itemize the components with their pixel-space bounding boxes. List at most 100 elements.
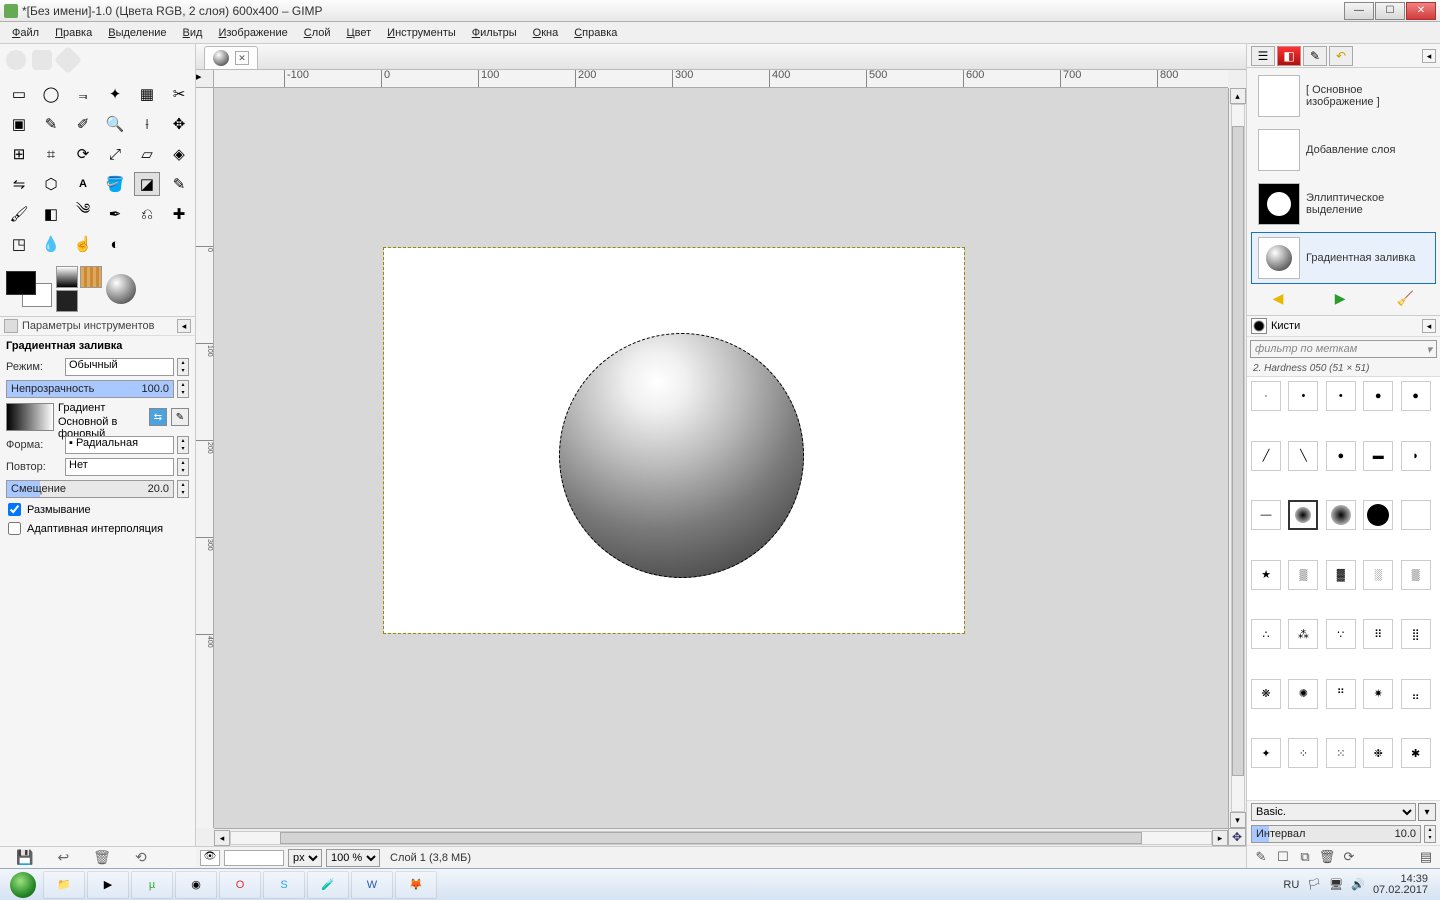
move-tool[interactable]: ✥ [166, 112, 192, 136]
history-item[interactable]: [ Основное изображение ] [1251, 70, 1436, 122]
brush-cell[interactable]: ∵ [1326, 619, 1356, 649]
fuzzy-select-tool[interactable]: ✦ [102, 82, 128, 106]
brush-cell[interactable]: ✦ [1251, 738, 1281, 768]
offset-slider[interactable]: Смещение 20.0 [6, 480, 174, 498]
taskbar-opera[interactable]: O [219, 871, 261, 899]
unit-select[interactable]: px [288, 849, 322, 867]
history-redo-icon[interactable]: ▶ [1335, 290, 1346, 307]
brush-delete-icon[interactable]: 🗑 [1319, 849, 1335, 865]
brushes-menu-arrow[interactable]: ◂ [1422, 319, 1436, 333]
blur-tool[interactable]: 💧 [38, 232, 64, 256]
menu-select[interactable]: Выделение [100, 25, 174, 41]
taskbar-gimp[interactable]: 🦊 [395, 871, 437, 899]
quickmask-toggle[interactable]: 👁 [200, 850, 220, 866]
brush-cell[interactable]: ╲ [1288, 441, 1318, 471]
history-undo-icon[interactable]: ◀ [1273, 290, 1284, 307]
align-tool[interactable]: ⊞ [6, 142, 32, 166]
brush-cell[interactable]: ❋ [1251, 679, 1281, 709]
menu-edit[interactable]: Правка [47, 25, 100, 41]
dock-top-menu[interactable]: ◂ [1422, 49, 1436, 63]
bucket-fill-tool[interactable]: 🪣 [102, 172, 128, 196]
brush-open-as-image-icon[interactable]: ▤ [1418, 849, 1434, 865]
repeat-select[interactable]: Нет [65, 458, 174, 476]
brush-cell[interactable] [1363, 500, 1393, 530]
taskbar-app1[interactable]: 🧪 [307, 871, 349, 899]
brush-cell[interactable] [1326, 500, 1356, 530]
pencil-tool[interactable]: ✎ [166, 172, 192, 196]
mode-select[interactable]: Обычный [65, 358, 174, 376]
eraser-tool[interactable]: ◧ [38, 202, 64, 226]
cage-tool[interactable]: ⬡ [38, 172, 64, 196]
taskbar-explorer[interactable]: 📁 [43, 871, 85, 899]
history-item[interactable]: Эллиптическое выделение [1251, 178, 1436, 230]
brush-refresh-icon[interactable]: ⟳ [1341, 849, 1357, 865]
blend-tool[interactable]: ◪ [134, 172, 160, 196]
brush-cell[interactable]: ★ [1251, 560, 1281, 590]
opacity-spin[interactable]: ▴▾ [177, 380, 189, 398]
zoom-tool[interactable]: 🔍 [102, 112, 128, 136]
menu-windows[interactable]: Окна [525, 25, 567, 41]
tray-flag-icon[interactable]: 🏳 [1307, 878, 1321, 891]
shape-select[interactable]: ▪ Радиальная [65, 436, 174, 454]
offset-spin[interactable]: ▴▾ [177, 480, 189, 498]
menu-file[interactable]: Файл [4, 25, 47, 41]
restore-preset-icon[interactable]: ↩ [57, 849, 69, 866]
navigation-button[interactable]: ✥ [1228, 828, 1246, 846]
brush-new-icon[interactable]: ☐ [1275, 849, 1291, 865]
brush-cell[interactable]: ∴ [1251, 619, 1281, 649]
foreground-select-tool[interactable]: ▣ [6, 112, 32, 136]
brush-cell[interactable]: ⁘ [1288, 738, 1318, 768]
brush-edit-icon[interactable]: ✎ [1253, 849, 1269, 865]
canvas-background[interactable] [214, 88, 1228, 828]
gradient-edit-button[interactable]: ✎ [171, 408, 189, 426]
color-select-tool[interactable]: ▦ [134, 82, 160, 106]
crop-tool[interactable]: ⌗ [38, 142, 64, 166]
history-item[interactable]: Добавление слоя [1251, 124, 1436, 176]
ellipse-select-tool[interactable]: ◯ [38, 82, 64, 106]
adaptive-checkbox[interactable] [8, 522, 21, 535]
start-button[interactable] [4, 871, 42, 899]
menu-layer[interactable]: Слой [296, 25, 339, 41]
image-tab[interactable]: ✕ [204, 46, 258, 69]
paintbrush-tool[interactable]: 🖌 [6, 202, 32, 226]
menu-image[interactable]: Изображение [210, 25, 295, 41]
dock-menu-arrow[interactable]: ◂ [177, 319, 191, 333]
brush-cell[interactable]: ⣤ [1401, 679, 1431, 709]
brush-cell[interactable]: ╱ [1251, 441, 1281, 471]
gradient-preview[interactable] [6, 403, 54, 431]
close-button[interactable]: ✕ [1406, 2, 1436, 20]
free-select-tool[interactable]: ⫬ [70, 82, 96, 106]
gradient-select[interactable]: Основной в фоновый [58, 416, 145, 432]
menu-tools[interactable]: Инструменты [379, 25, 464, 41]
brush-interval-slider[interactable]: Интервал 10.0 [1251, 825, 1421, 843]
brush-interval-spin[interactable]: ▴▾ [1424, 825, 1436, 843]
tab-close-icon[interactable]: ✕ [235, 51, 249, 65]
brush-cell[interactable]: ❉ [1363, 738, 1393, 768]
paths-tool[interactable]: ✎ [38, 112, 64, 136]
flip-tool[interactable]: ⇋ [6, 172, 32, 196]
scrollbar-vertical[interactable]: ▴▾ [1228, 88, 1246, 828]
save-preset-icon[interactable]: 💾 [16, 849, 33, 866]
fg-color[interactable] [6, 271, 36, 295]
brush-cell[interactable]: ✷ [1363, 679, 1393, 709]
scrollbar-horizontal[interactable]: ◂▸ [214, 828, 1228, 846]
zoom-select[interactable]: 100 % [326, 849, 380, 867]
brush-cell[interactable]: ● [1326, 441, 1356, 471]
undo-history-tab[interactable]: ↶ [1329, 46, 1353, 66]
brush-cell[interactable]: ◗ [1401, 441, 1431, 471]
taskbar-utorrent[interactable]: µ [131, 871, 173, 899]
rotate-tool[interactable]: ⟳ [70, 142, 96, 166]
brush-cell[interactable]: ⠿ [1363, 619, 1393, 649]
history-clear-icon[interactable]: 🧹 [1397, 290, 1414, 307]
brush-cell[interactable]: ▓ [1326, 560, 1356, 590]
taskbar-word[interactable]: W [351, 871, 393, 899]
brush-cell[interactable]: ✱ [1401, 738, 1431, 768]
brush-cell[interactable]: ⁂ [1288, 619, 1318, 649]
brush-cell[interactable]: ✺ [1288, 679, 1318, 709]
fg-bg-colors[interactable] [6, 271, 52, 307]
history-item[interactable]: Градиентная заливка [1251, 232, 1436, 284]
perspective-clone-tool[interactable]: ◳ [6, 232, 32, 256]
brush-cell[interactable]: ⣿ [1401, 619, 1431, 649]
brush-filter-select[interactable]: фильтр по меткам▾ [1250, 340, 1437, 358]
brush-cell[interactable]: ● [1363, 381, 1393, 411]
